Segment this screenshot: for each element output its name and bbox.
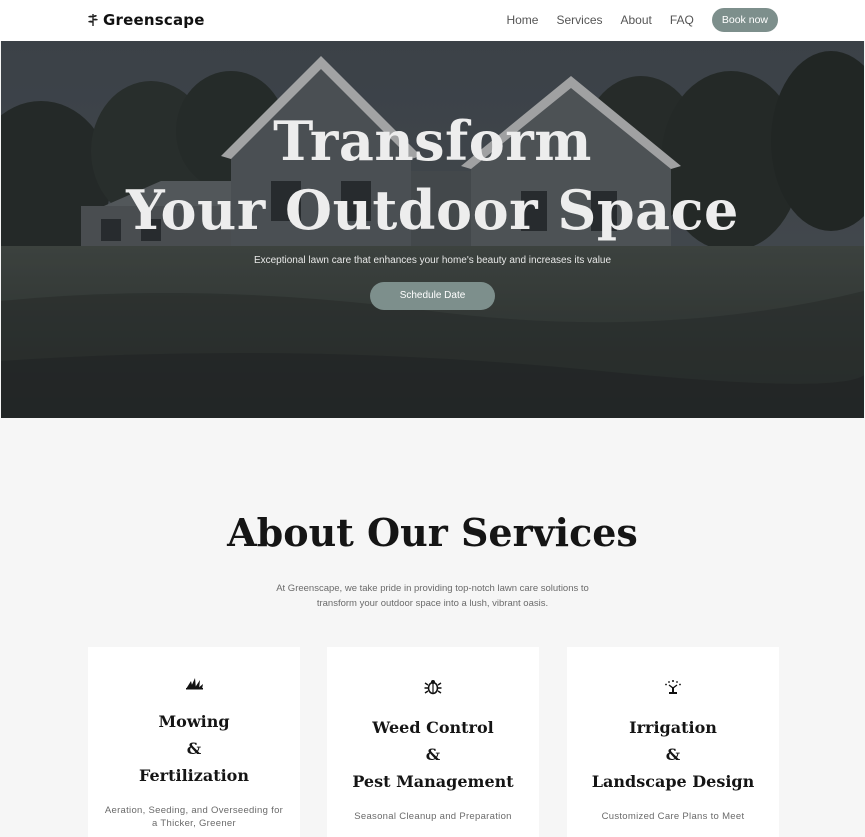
nav-links: Home Services About FAQ Book now [506,8,778,32]
service-card-text: Seasonal Cleanup and Preparation [354,811,512,822]
nav-link-about[interactable]: About [621,13,652,27]
service-title-amp: & [186,739,202,758]
leaf-sprig-icon [88,14,98,26]
hero-title-line1: Transform [273,109,592,173]
service-card-irrigation[interactable]: Irrigation & Landscape Design Customized… [567,647,779,837]
service-title-line1: Weed Control [372,718,494,737]
service-card-title: Irrigation & Landscape Design [567,714,779,795]
nav-link-home[interactable]: Home [506,13,538,27]
about-description: At Greenscape, we take pride in providin… [276,583,589,609]
service-card-text: Aeration, Seeding, and Overseeding for a… [104,805,284,829]
hero-title-line2: Your Outdoor Space [126,178,739,242]
sprinkler-icon [665,680,681,694]
service-card-text: Customized Care Plans to Meet [601,811,745,822]
hero-title: Transform Your Outdoor Space [1,107,864,245]
service-title-line2: Landscape Design [591,772,755,791]
hero-subtitle: Exceptional lawn care that enhances your… [253,255,612,266]
service-card-weed-control[interactable]: Weed Control & Pest Management Seasonal … [327,647,539,837]
service-title-line2: Fertilization [139,766,249,785]
grass-icon [186,678,203,690]
hero-section: Transform Your Outdoor Space Exceptional… [1,41,864,418]
service-card-title: Weed Control & Pest Management [327,714,539,795]
service-title-line2: Pest Management [352,772,514,791]
service-title-line1: Mowing [158,712,230,731]
bug-icon [424,680,442,695]
top-navigation: Greenscape Home Services About FAQ Book … [0,0,865,41]
brand-logo[interactable]: Greenscape [87,10,205,30]
brand-name: Greenscape [103,11,205,29]
schedule-date-button[interactable]: Schedule Date [370,282,495,310]
nav-link-faq[interactable]: FAQ [670,13,694,27]
service-title-amp: & [425,745,441,764]
about-title: About Our Services [227,510,638,555]
service-card-title: Mowing & Fertilization [88,708,300,789]
service-card-mowing[interactable]: Mowing & Fertilization Aeration, Seeding… [88,647,300,837]
service-title-amp: & [665,745,681,764]
nav-link-services[interactable]: Services [556,13,602,27]
book-now-button[interactable]: Book now [711,8,778,32]
service-title-line1: Irrigation [629,718,717,737]
